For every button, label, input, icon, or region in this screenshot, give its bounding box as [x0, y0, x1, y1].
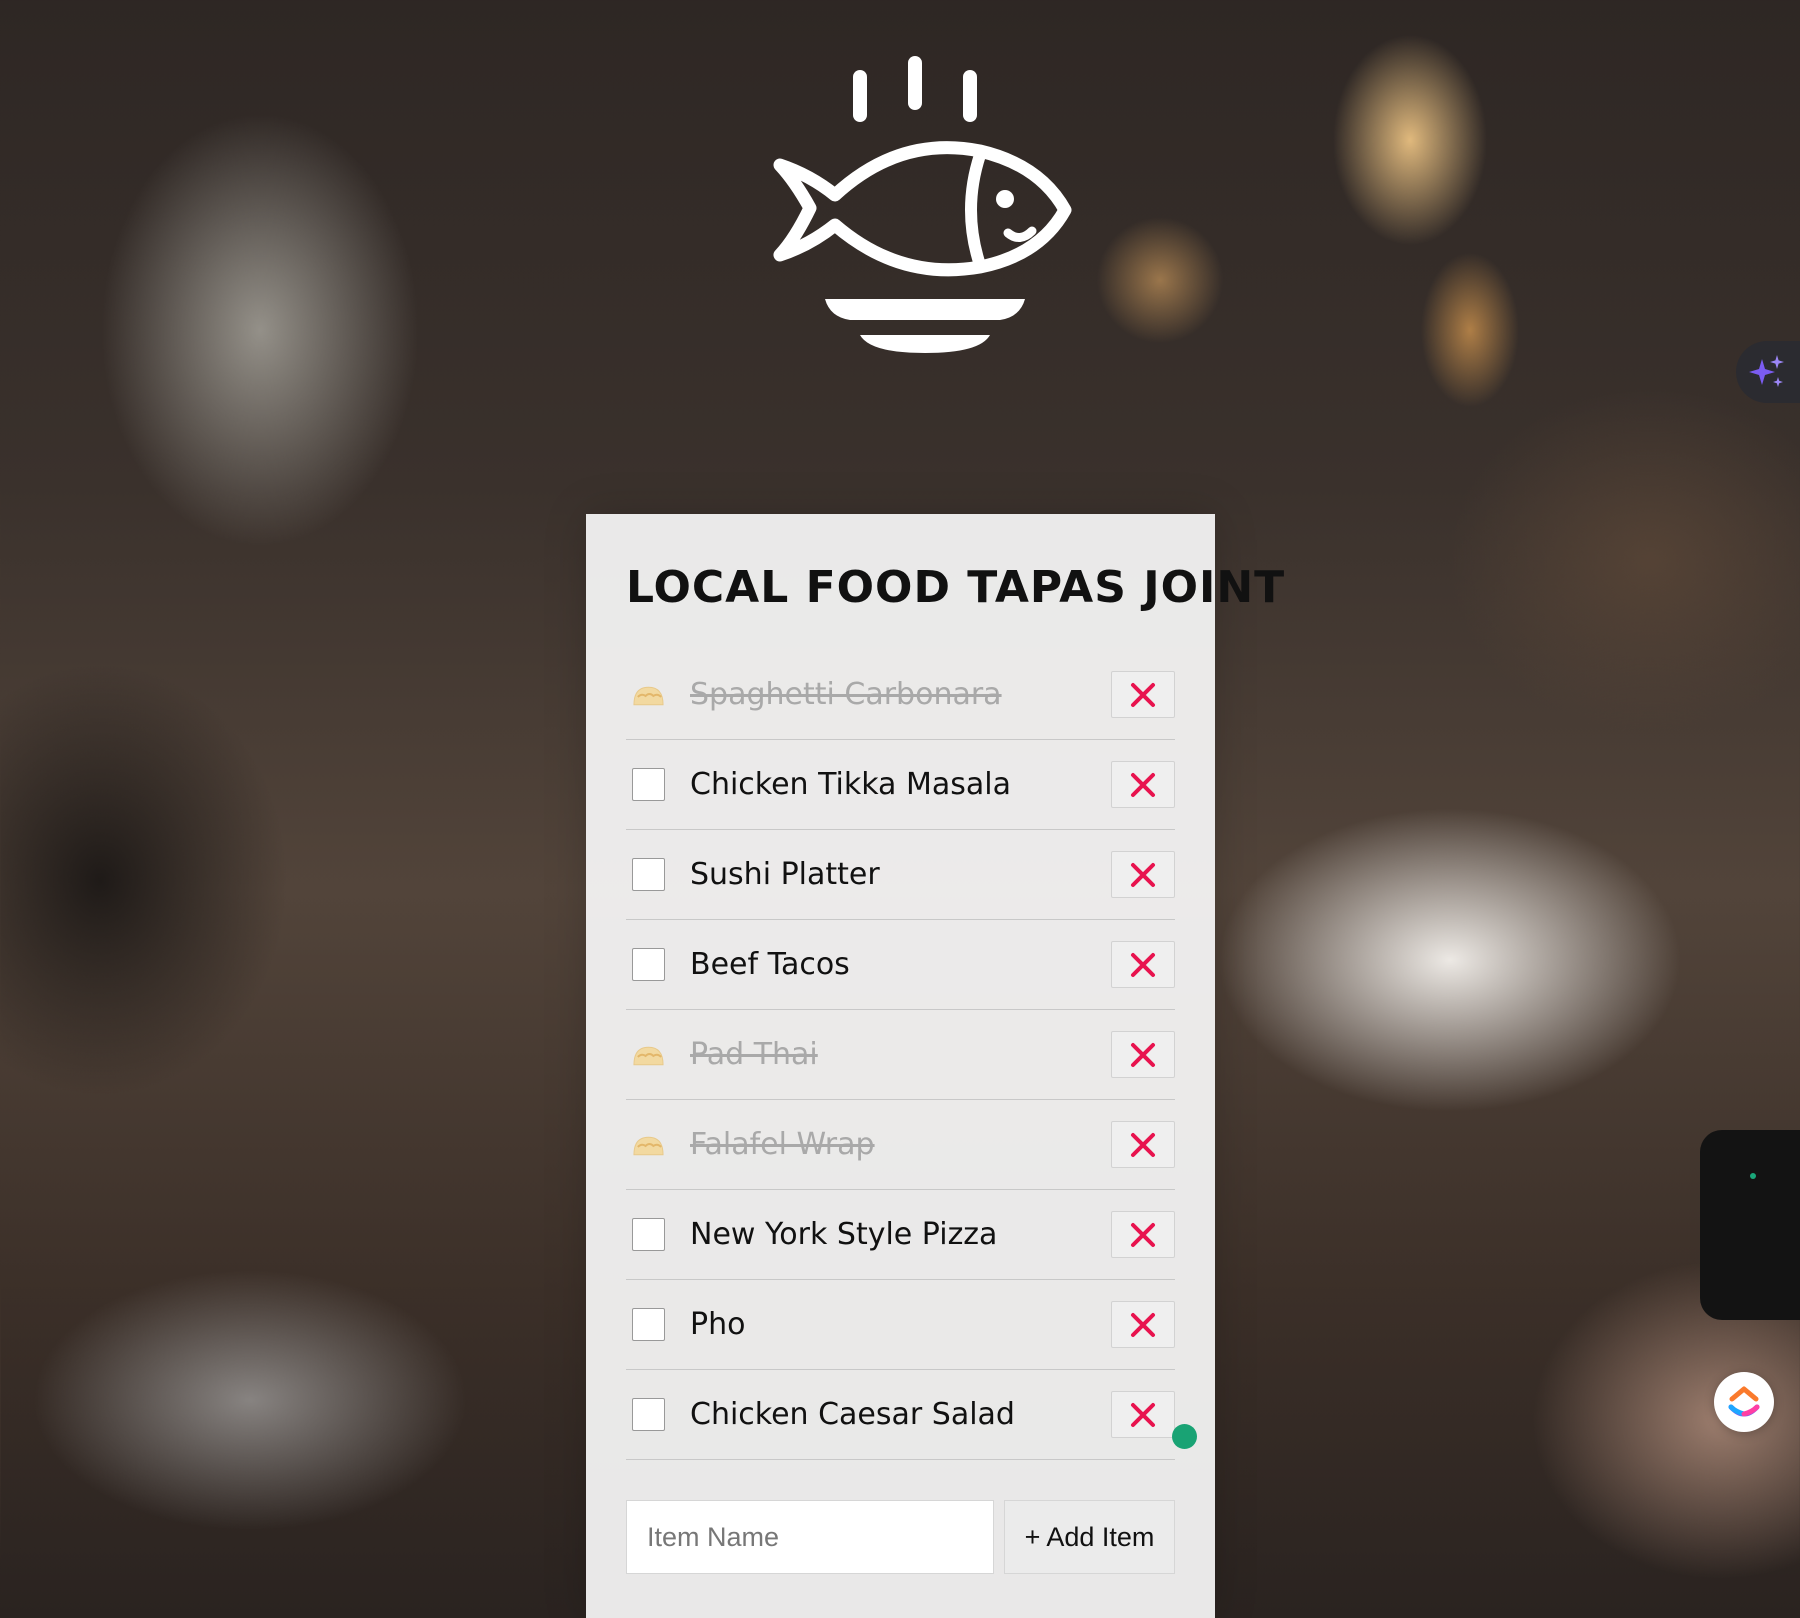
clickup-logo-icon	[1728, 1386, 1760, 1417]
status-dot	[1172, 1424, 1197, 1449]
delete-item-button[interactable]	[1111, 671, 1175, 718]
close-x-icon	[1131, 862, 1155, 887]
delete-item-button[interactable]	[1111, 1211, 1175, 1258]
done-marker[interactable]	[632, 678, 665, 711]
item-name-input[interactable]	[626, 1500, 994, 1574]
delete-item-button[interactable]	[1111, 1031, 1175, 1078]
fish-on-plate-steaming-icon	[773, 56, 1072, 353]
delete-item-button[interactable]	[1111, 1121, 1175, 1168]
item-checkbox[interactable]	[632, 948, 665, 981]
item-label: Chicken Caesar Salad	[690, 1397, 1015, 1432]
delete-item-button[interactable]	[1111, 761, 1175, 808]
item-checkbox[interactable]	[632, 1308, 665, 1341]
taco-icon	[633, 1136, 664, 1155]
item-label: Beef Tacos	[690, 947, 850, 982]
delete-item-button[interactable]	[1111, 1301, 1175, 1348]
item-checkbox[interactable]	[632, 858, 665, 891]
list-item: Chicken Caesar Salad	[626, 1370, 1197, 1460]
item-checkbox[interactable]	[632, 768, 665, 801]
delete-item-button[interactable]	[1111, 851, 1175, 898]
item-label: Falafel Wrap	[690, 1127, 875, 1162]
clickup-button[interactable]	[1714, 1372, 1774, 1432]
item-checkbox[interactable]	[632, 1398, 665, 1431]
close-x-icon	[1131, 772, 1155, 797]
side-panel[interactable]	[1700, 1130, 1800, 1320]
list-item: Pad Thai	[626, 1010, 1175, 1100]
taco-icon	[633, 686, 664, 705]
close-x-icon	[1131, 1132, 1155, 1157]
close-x-icon	[1131, 682, 1155, 707]
list-item: Sushi Platter	[626, 830, 1175, 920]
done-marker[interactable]	[632, 1038, 665, 1071]
list-item: Beef Tacos	[626, 920, 1175, 1010]
restaurant-logo	[720, 30, 1100, 380]
close-x-icon	[1131, 952, 1155, 977]
item-label: Pad Thai	[690, 1037, 818, 1072]
item-label: New York Style Pizza	[690, 1217, 998, 1252]
menu-card: LOCAL FOOD TAPAS JOINT Spaghetti Carbona…	[586, 514, 1286, 1618]
status-indicator	[1750, 1173, 1756, 1179]
taco-icon	[633, 1046, 664, 1065]
delete-item-button[interactable]	[1111, 1391, 1175, 1438]
ai-assistant-tab[interactable]	[1736, 341, 1800, 403]
item-label: Spaghetti Carbonara	[690, 677, 1002, 712]
close-x-icon	[1131, 1042, 1155, 1067]
item-checkbox[interactable]	[632, 1218, 665, 1251]
add-item-button[interactable]: + Add Item	[1004, 1500, 1175, 1574]
close-x-icon	[1131, 1402, 1155, 1427]
done-marker[interactable]	[632, 1128, 665, 1161]
item-label: Pho	[690, 1307, 746, 1342]
list-item: New York Style Pizza	[626, 1190, 1175, 1280]
sparkles-icon	[1749, 355, 1784, 387]
list-item: Chicken Tikka Masala	[626, 740, 1175, 830]
list-item: Pho	[626, 1280, 1175, 1370]
delete-item-button[interactable]	[1111, 941, 1175, 988]
page-title: LOCAL FOOD TAPAS JOINT	[626, 562, 1286, 613]
item-label: Sushi Platter	[690, 857, 880, 892]
list-item: Falafel Wrap	[626, 1100, 1175, 1190]
item-label: Chicken Tikka Masala	[690, 767, 1011, 802]
item-list: Spaghetti Carbonara Chicken Tikka Masala S…	[626, 650, 1197, 1460]
close-x-icon	[1131, 1312, 1155, 1337]
list-item: Spaghetti Carbonara	[626, 650, 1175, 740]
add-item-form: + Add Item	[626, 1500, 1175, 1574]
close-x-icon	[1131, 1222, 1155, 1247]
